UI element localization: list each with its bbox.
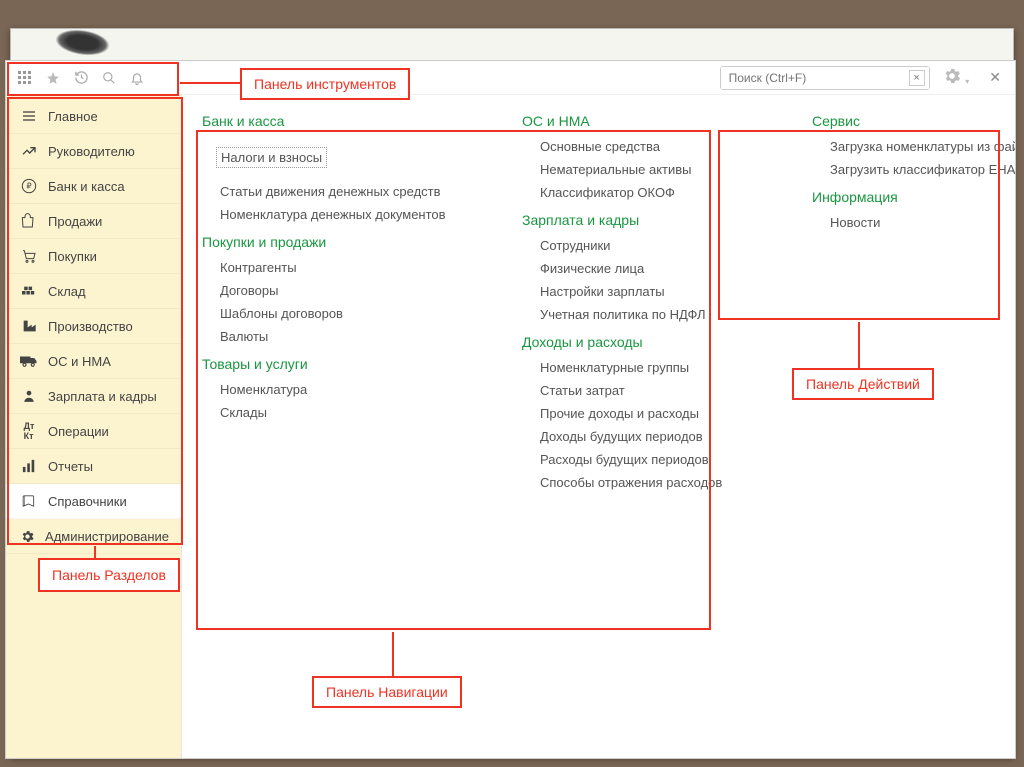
nav-link[interactable]: Расходы будущих периодов: [540, 452, 762, 467]
nav-link[interactable]: Номенклатура: [220, 382, 472, 397]
sidebar-item-1[interactable]: Руководителю: [6, 134, 181, 169]
sidebar-item-label: Отчеты: [48, 459, 93, 474]
nav-link[interactable]: Склады: [220, 405, 472, 420]
sidebar-item-4[interactable]: Покупки: [6, 239, 181, 274]
sidebar-item-3[interactable]: Продажи: [6, 204, 181, 239]
nav-link[interactable]: Налоги и взносы: [216, 147, 327, 168]
sidebar-item-8[interactable]: Зарплата и кадры: [6, 379, 181, 414]
ops-icon: ДтКт: [20, 422, 38, 440]
nav-link[interactable]: Статьи затрат: [540, 383, 762, 398]
nav-link[interactable]: Способы отражения расходов: [540, 475, 762, 490]
nav-link[interactable]: Сотрудники: [540, 238, 762, 253]
search-box[interactable]: ×: [720, 66, 930, 90]
main-content: Банк и касса Налоги и взносы Статьи движен…: [182, 95, 1015, 758]
history-icon[interactable]: [68, 65, 94, 91]
sidebar-item-label: Склад: [48, 284, 86, 299]
nav-link[interactable]: Новости: [830, 215, 1015, 230]
section-title[interactable]: Банк и касса: [202, 113, 472, 129]
sidebar-item-label: Руководителю: [48, 144, 135, 159]
sidebar-item-label: Банк и касса: [48, 179, 125, 194]
sidebar-item-6[interactable]: Производство: [6, 309, 181, 344]
sidebar-item-label: Операции: [48, 424, 109, 439]
person-icon: [20, 387, 38, 405]
section-title[interactable]: Доходы и расходы: [522, 334, 762, 350]
nav-link[interactable]: Прочие доходы и расходы: [540, 406, 762, 421]
nav-link[interactable]: Настройки зарплаты: [540, 284, 762, 299]
sidebar-item-label: Администрирование: [45, 529, 169, 544]
sidebar-item-label: ОС и НМА: [48, 354, 111, 369]
callout-sections: Панель Разделов: [38, 558, 180, 592]
close-icon[interactable]: ✕: [981, 69, 1009, 86]
sidebar-item-10[interactable]: Отчеты: [6, 449, 181, 484]
apps-icon[interactable]: [12, 65, 38, 91]
factory-icon: [20, 317, 38, 335]
nav-link[interactable]: Нематериальные активы: [540, 162, 762, 177]
cart-icon: [20, 247, 38, 265]
sidebar-item-11[interactable]: Справочники: [6, 484, 181, 519]
settings-icon[interactable]: ▾: [938, 62, 974, 93]
truck-icon: [20, 352, 38, 370]
nav-link[interactable]: Статьи движения денежных средств: [220, 184, 472, 199]
nav-link[interactable]: Физические лица: [540, 261, 762, 276]
nav-column-2: ОС и НМА Основные средства Нематериальные …: [522, 113, 762, 748]
app-window: × ▾ ✕ Главное Руководителю ₽ Банк и касса Пр…: [5, 60, 1016, 759]
sidebar-item-7[interactable]: ОС и НМА: [6, 344, 181, 379]
nav-link[interactable]: Номенклатура денежных документов: [220, 207, 472, 222]
ruble-icon: ₽: [20, 177, 38, 195]
nav-link[interactable]: Договоры: [220, 283, 472, 298]
section-title[interactable]: Зарплата и кадры: [522, 212, 762, 228]
sidebar-item-label: Зарплата и кадры: [48, 389, 157, 404]
bars-icon: [20, 457, 38, 475]
callout-navigation: Панель Навигации: [312, 676, 462, 708]
nav-link[interactable]: Учетная политика по НДФЛ: [540, 307, 762, 322]
sidebar-item-0[interactable]: Главное: [6, 99, 181, 134]
toolbar: [12, 65, 150, 91]
topbar: × ▾ ✕: [6, 61, 1015, 95]
menu-icon: [20, 107, 38, 125]
bag-icon: [20, 212, 38, 230]
sidebar-item-label: Покупки: [48, 249, 97, 264]
nav-link[interactable]: Доходы будущих периодов: [540, 429, 762, 444]
nav-column-3: Сервис Загрузка номенклатуры из файла Загр…: [812, 113, 1015, 748]
nav-link[interactable]: Контрагенты: [220, 260, 472, 275]
nav-link[interactable]: Валюты: [220, 329, 472, 344]
search-icon[interactable]: [96, 65, 122, 91]
section-title[interactable]: Сервис: [812, 113, 1015, 129]
search-clear-button[interactable]: ×: [909, 70, 925, 86]
svg-text:₽: ₽: [26, 182, 31, 191]
section-title[interactable]: ОС и НМА: [522, 113, 762, 129]
sidebar-item-label: Главное: [48, 109, 98, 124]
nav-link[interactable]: Классификатор ОКОФ: [540, 185, 762, 200]
sidebar-item-2[interactable]: ₽ Банк и касса: [6, 169, 181, 204]
callout-actions: Панель Действий: [792, 368, 934, 400]
sidebar-item-5[interactable]: Склад: [6, 274, 181, 309]
section-title[interactable]: Товары и услуги: [202, 356, 472, 372]
sidebar-item-label: Справочники: [48, 494, 127, 509]
sidebar: Главное Руководителю ₽ Банк и касса Продажи П…: [6, 95, 182, 758]
callout-toolbar: Панель инструментов: [240, 68, 410, 100]
bell-icon[interactable]: [124, 65, 150, 91]
star-icon[interactable]: [40, 65, 66, 91]
section-title[interactable]: Покупки и продажи: [202, 234, 472, 250]
sidebar-item-label: Продажи: [48, 214, 102, 229]
sidebar-item-9[interactable]: ДтКт Операции: [6, 414, 181, 449]
warehouse-icon: [20, 282, 38, 300]
section-title[interactable]: Информация: [812, 189, 1015, 205]
sidebar-item-label: Производство: [48, 319, 133, 334]
nav-link[interactable]: Шаблоны договоров: [220, 306, 472, 321]
nav-link[interactable]: Основные средства: [540, 139, 762, 154]
search-input[interactable]: [721, 67, 929, 89]
book-icon: [20, 492, 38, 510]
nav-link[interactable]: Загрузка номенклатуры из файла: [830, 139, 1015, 154]
nav-link[interactable]: Номенклатурные группы: [540, 360, 762, 375]
nav-link[interactable]: Загрузить классификатор ЕНАОФ: [830, 162, 1015, 177]
nav-column-1: Банк и касса Налоги и взносы Статьи движен…: [202, 113, 472, 748]
gear-icon: [20, 527, 35, 545]
chart-icon: [20, 142, 38, 160]
